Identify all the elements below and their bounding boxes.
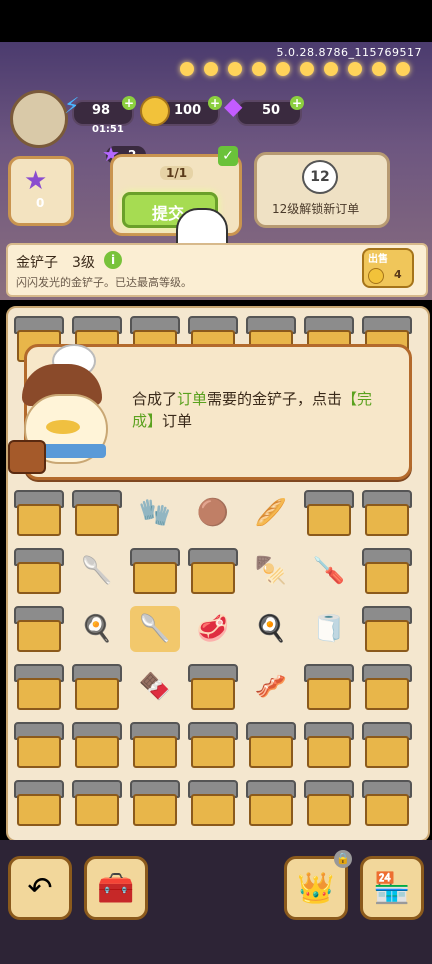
energy-value: 98 bbox=[92, 103, 111, 118]
player-avatar[interactable] bbox=[10, 90, 68, 148]
undo-arrow-icon: ↶ bbox=[27, 870, 53, 906]
skewer-item[interactable]: 🍢 bbox=[246, 548, 296, 594]
locked-crate[interactable] bbox=[72, 664, 122, 710]
locked-crate[interactable] bbox=[14, 664, 64, 710]
locked-crate[interactable] bbox=[188, 548, 238, 594]
undo-button[interactable]: ↶ bbox=[8, 856, 72, 920]
toolbox-icon: 🧰 bbox=[97, 870, 135, 906]
tape-item[interactable]: 🧻 bbox=[304, 606, 354, 652]
locked-crate[interactable] bbox=[304, 722, 354, 768]
locked-crate[interactable] bbox=[304, 780, 354, 826]
star-icon: ★ bbox=[24, 166, 48, 196]
bacon-item[interactable]: 🥓 bbox=[246, 664, 296, 710]
locked-crate[interactable] bbox=[14, 606, 64, 652]
gem-value: 50 bbox=[262, 103, 281, 118]
locked-crate[interactable] bbox=[14, 490, 64, 536]
golden-spatula-item[interactable]: 🥄 bbox=[130, 606, 180, 652]
item-title: 金铲子 bbox=[16, 255, 58, 271]
add-energy-button[interactable]: + bbox=[122, 96, 136, 110]
coin-icon bbox=[368, 268, 384, 284]
whisk-item[interactable]: 🥄 bbox=[72, 548, 122, 594]
string-lights bbox=[180, 62, 432, 80]
shop-stall-icon: 🏪 bbox=[373, 870, 411, 906]
locked-crate[interactable] bbox=[246, 722, 296, 768]
chef-hat-lock-icon: 12 bbox=[302, 160, 338, 194]
chocolate-bread-item[interactable]: 🍫 bbox=[130, 664, 180, 710]
crown-icon: 👑 bbox=[297, 870, 335, 906]
sell-label: 出售 bbox=[368, 254, 388, 265]
shop-button[interactable]: 🏪 bbox=[360, 856, 424, 920]
info-icon[interactable]: i bbox=[104, 251, 122, 269]
locked-crate[interactable] bbox=[72, 490, 122, 536]
locked-crate[interactable] bbox=[362, 664, 412, 710]
coin-icon bbox=[140, 96, 170, 126]
egg-pan-item[interactable]: 🍳 bbox=[246, 606, 296, 652]
chef-mascot bbox=[8, 344, 116, 474]
locked-crate[interactable] bbox=[130, 548, 180, 594]
lightning-icon: ⚡ bbox=[64, 94, 80, 119]
item-description: 闪闪发光的金铲子。已达最高等级。 bbox=[16, 276, 192, 289]
checkmark-icon: ✓ bbox=[218, 146, 238, 166]
toolbox-button[interactable]: 🧰 bbox=[84, 856, 148, 920]
grill-meat-item[interactable]: 🥩 bbox=[188, 606, 238, 652]
star-box-value: 0 bbox=[36, 196, 45, 210]
locked-crate[interactable] bbox=[188, 664, 238, 710]
locked-crate[interactable] bbox=[304, 490, 354, 536]
frying-pan-item[interactable]: 🍳 bbox=[72, 606, 122, 652]
dough-item[interactable]: 🟤 bbox=[188, 490, 238, 536]
locked-crate[interactable] bbox=[72, 722, 122, 768]
gem-icon: ◆ bbox=[224, 92, 243, 120]
version-label: 5.0.28.8786_115769517 bbox=[276, 46, 422, 59]
green-spatula-item[interactable]: 🪛 bbox=[304, 548, 354, 594]
locked-crate[interactable] bbox=[304, 664, 354, 710]
add-gems-button[interactable]: + bbox=[290, 96, 304, 110]
locked-crate[interactable] bbox=[362, 548, 412, 594]
glove-item[interactable]: 🧤 bbox=[130, 490, 180, 536]
locked-crate[interactable] bbox=[362, 722, 412, 768]
sell-price: 4 bbox=[394, 268, 402, 281]
locked-crate[interactable] bbox=[188, 780, 238, 826]
locked-crate[interactable] bbox=[14, 722, 64, 768]
locked-crate[interactable] bbox=[188, 722, 238, 768]
item-level: 3级 bbox=[72, 255, 95, 271]
locked-crate[interactable] bbox=[246, 780, 296, 826]
locked-crate[interactable] bbox=[130, 722, 180, 768]
tutorial-text: 合成了订单需要的金铲子，点击【完成】订单 bbox=[132, 390, 373, 430]
locked-crate[interactable] bbox=[14, 780, 64, 826]
order-progress: 1/1 bbox=[160, 166, 194, 180]
bread-item[interactable]: 🥖 bbox=[246, 490, 296, 536]
lock-icon: 🔒 bbox=[334, 850, 352, 868]
locked-crate[interactable] bbox=[362, 780, 412, 826]
locked-order-text: 12级解锁新订单 bbox=[272, 202, 360, 216]
locked-crate[interactable] bbox=[362, 490, 412, 536]
add-coins-button[interactable]: + bbox=[208, 96, 222, 110]
locked-crate[interactable] bbox=[14, 548, 64, 594]
locked-crate[interactable] bbox=[362, 606, 412, 652]
coin-value: 100 bbox=[174, 103, 202, 118]
locked-crate[interactable] bbox=[72, 780, 122, 826]
energy-timer: 01:51 bbox=[92, 124, 124, 135]
locked-crate[interactable] bbox=[130, 780, 180, 826]
